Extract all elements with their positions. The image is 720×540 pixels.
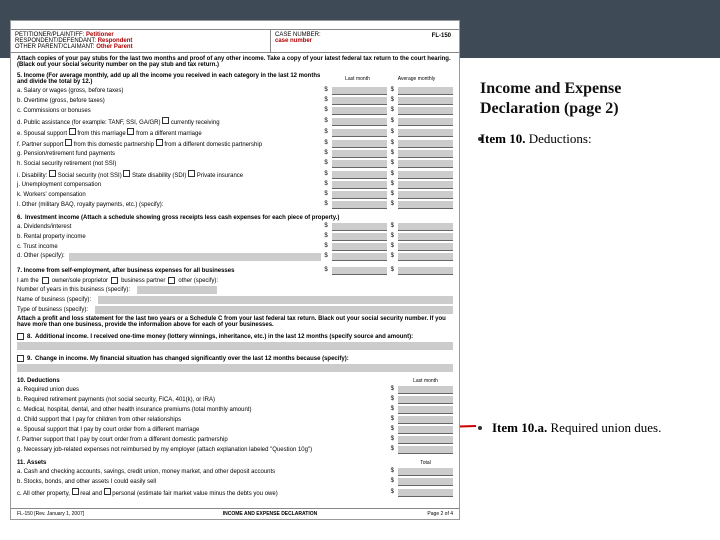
s5-col1: Last month — [330, 76, 385, 82]
s9-title: Change in income. My financial situation… — [35, 356, 349, 362]
form-code: FL-150 — [432, 33, 451, 39]
annotation-title: Income and Expense Declaration (page 2) — [480, 79, 705, 119]
s6a: a. Dividends/interest — [17, 224, 321, 230]
s8-title: Additional income. I received one-time m… — [35, 334, 413, 340]
s10-num: 10. — [17, 378, 25, 384]
footer-mid: INCOME AND EXPENSE DECLARATION — [147, 511, 393, 517]
s5i: i. Disability: — [17, 173, 47, 179]
s10-col: Last month — [398, 378, 453, 384]
case-val: case number — [275, 38, 455, 44]
s5k: k. Workers' compensation — [17, 192, 321, 198]
form-footer: FL-150 [Rev. January 1, 2007] INCOME AND… — [11, 508, 459, 519]
s6d: d. Other (specify): — [17, 253, 65, 261]
s5a: a. Salary or wages (gross, before taxes) — [17, 88, 321, 94]
s5-col2: Average monthly — [389, 76, 444, 82]
s11c: c. All other property, — [17, 491, 70, 497]
item10-bold: Item 10. — [480, 131, 526, 146]
s10-title: Deductions — [27, 378, 60, 384]
s5h: h. Social security retirement (not SSI) — [17, 161, 321, 167]
s5g: g. Pension/retirement fund payments — [17, 151, 321, 157]
s7-title: Income from self-employment, after busin… — [24, 268, 235, 274]
s8-num: 8. — [27, 334, 32, 340]
s10f: f. Partner support that I pay by court o… — [17, 437, 327, 443]
annotation-item10a: Item 10.a. Required union dues. — [492, 420, 661, 436]
s11-title: Assets — [27, 460, 47, 466]
s11a: a. Cash and checking accounts, savings, … — [17, 469, 327, 475]
s6b: b. Rental property income — [17, 234, 321, 240]
s7-num: 7. — [17, 268, 22, 274]
s6-title: Investment income (Attach a schedule sho… — [25, 215, 339, 221]
s11b: b. Stocks, bonds, and other assets I cou… — [17, 479, 327, 485]
annotation-item10: Item 10. Deductions: — [480, 131, 592, 147]
s10a: a. Required union dues — [17, 387, 327, 393]
s5b: b. Overtime (gross, before taxes) — [17, 98, 321, 104]
s5l: l. Other (military BAQ, royalty payments… — [17, 202, 321, 208]
s7-name: Name of business (specify): — [17, 297, 91, 303]
s11-col: Total — [398, 460, 453, 466]
bullet — [478, 426, 482, 430]
s7-type: Type of business (specify): — [17, 307, 88, 313]
otherparent-label: OTHER PARENT/CLAIMANT: — [15, 44, 95, 50]
footer-left: FL-150 [Rev. January 1, 2007] — [17, 511, 147, 517]
otherparent-val: Other Parent — [96, 44, 132, 50]
s10d: d. Child support that I pay for children… — [17, 417, 327, 423]
attach-note: Attach copies of your pay stubs for the … — [11, 53, 459, 69]
item10a-bold: Item 10.a. — [492, 420, 547, 435]
s5j: j. Unemployment compensation — [17, 182, 321, 188]
footer-right: Page 2 of 4 — [393, 511, 453, 517]
item10a-text: Required union dues. — [547, 420, 661, 435]
s5c: c. Commissions or bonuses — [17, 108, 321, 114]
s7-note: Attach a profit and loss statement for t… — [11, 315, 459, 329]
s5-title: Income (For average monthly, add up all … — [17, 73, 320, 85]
s6c: c. Trust income — [17, 244, 321, 250]
s10b: b. Required retirement payments (not soc… — [17, 397, 327, 403]
s7-yrs: Number of years in this business (specif… — [17, 287, 130, 293]
item10-text: Deductions: — [526, 131, 592, 146]
form-page-2: FL-150 PETITIONER/PLAINTIFF: Petitioner … — [10, 20, 460, 520]
s10e: e. Spousal support that I pay by court o… — [17, 427, 327, 433]
s11-num: 11. — [17, 460, 25, 466]
s10c: c. Medical, hospital, dental, and other … — [17, 407, 327, 413]
s5d: d. Public assistance (for example: TANF,… — [17, 120, 161, 126]
s9-num: 9. — [27, 356, 32, 362]
checkbox — [162, 117, 169, 124]
s10g: g. Necessary job-related expenses not re… — [17, 447, 327, 453]
s6-num: 6. — [17, 215, 22, 221]
s5e: e. Spousal support — [17, 131, 67, 137]
amt — [332, 87, 387, 95]
s5f: f. Partner support — [17, 142, 63, 148]
amt — [398, 87, 453, 95]
